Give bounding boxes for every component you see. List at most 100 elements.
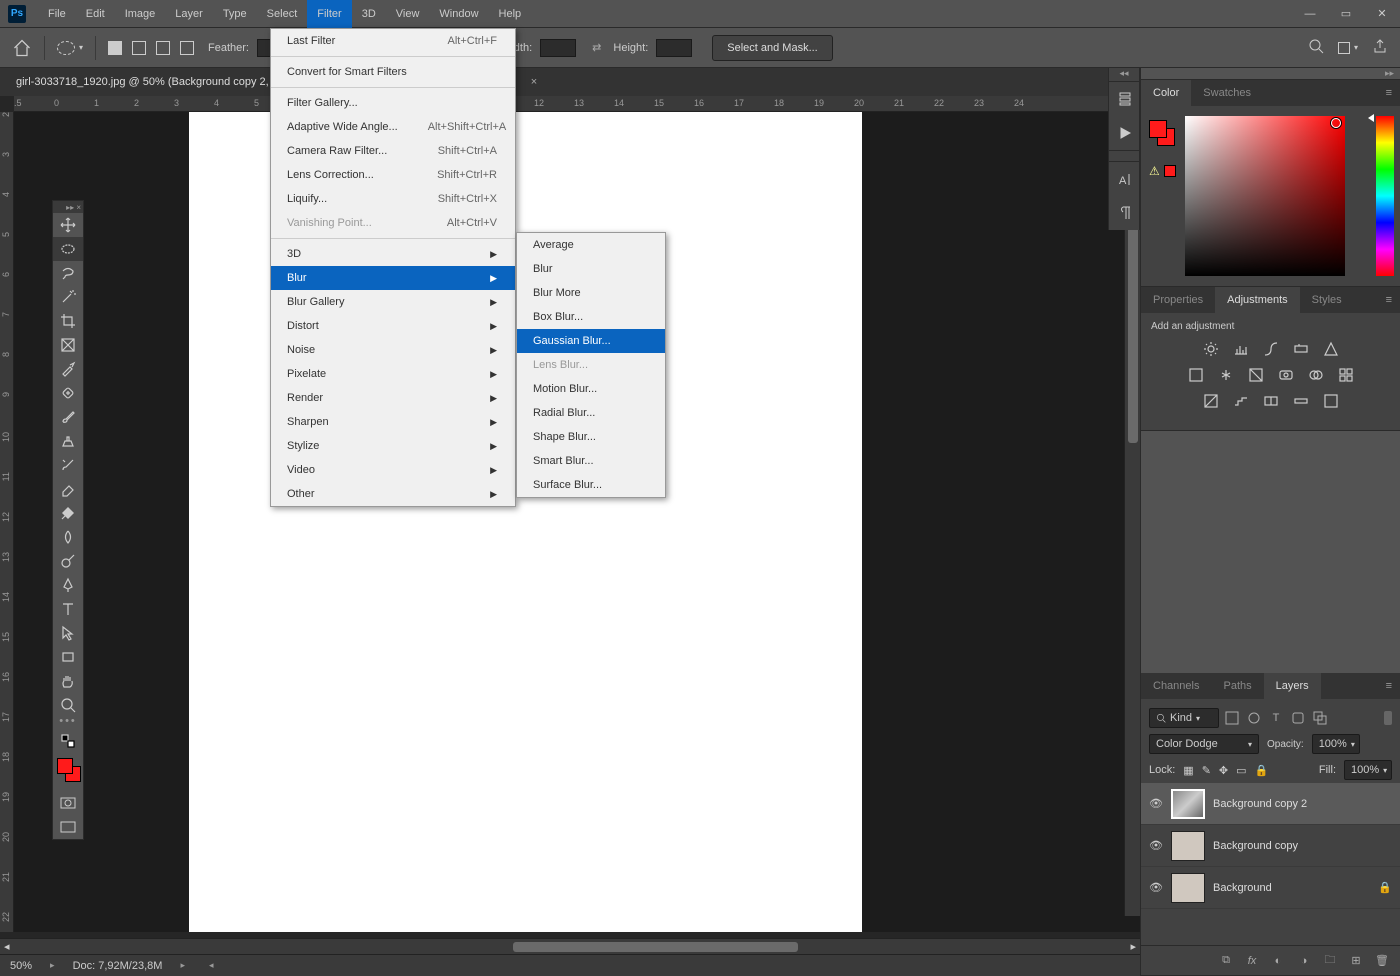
menu-window[interactable]: Window <box>429 0 488 28</box>
submenu-item-gaussian-blur-[interactable]: Gaussian Blur... <box>517 329 665 353</box>
frame-tool[interactable] <box>53 333 83 357</box>
eyedropper-tool[interactable] <box>53 357 83 381</box>
menu-type[interactable]: Type <box>213 0 257 28</box>
menu-filter[interactable]: Filter <box>307 0 351 28</box>
menu-item-vanishing-point-[interactable]: Vanishing Point...Alt+Ctrl+V <box>271 211 515 235</box>
brightness-icon[interactable] <box>1202 340 1220 358</box>
menu-select[interactable]: Select <box>257 0 308 28</box>
layer-visibility-icon[interactable]: 👁 <box>1149 839 1163 852</box>
layer-name[interactable]: Background <box>1213 882 1370 894</box>
layer-mask-icon[interactable]: ◐ <box>1270 953 1286 969</box>
menu-item-adaptive-wide-angle-[interactable]: Adaptive Wide Angle...Alt+Shift+Ctrl+A <box>271 115 515 139</box>
hand-tool[interactable] <box>53 669 83 693</box>
eraser-tool[interactable] <box>53 477 83 501</box>
levels-icon[interactable] <box>1232 340 1250 358</box>
color-lookup-icon[interactable] <box>1337 366 1355 384</box>
play-panel-icon[interactable] <box>1109 116 1141 150</box>
fill-input[interactable]: 100% ▾ <box>1344 760 1392 780</box>
exposure-icon[interactable] <box>1292 340 1310 358</box>
bw-icon[interactable] <box>1247 366 1265 384</box>
menu-item-stylize[interactable]: Stylize▶ <box>271 434 515 458</box>
filter-type-icon[interactable]: T <box>1269 711 1283 725</box>
submenu-item-surface-blur-[interactable]: Surface Blur... <box>517 473 665 497</box>
color-balance-icon[interactable] <box>1217 366 1235 384</box>
posterize-icon[interactable] <box>1232 392 1250 410</box>
healing-brush-tool[interactable] <box>53 381 83 405</box>
channel-mixer-icon[interactable] <box>1307 366 1325 384</box>
hue-sat-icon[interactable] <box>1187 366 1205 384</box>
menu-item-liquify-[interactable]: Liquify...Shift+Ctrl+X <box>271 187 515 211</box>
opacity-input[interactable]: 100% ▾ <box>1312 734 1360 754</box>
tab-paths[interactable]: Paths <box>1211 673 1263 699</box>
gamut-warning[interactable]: ⚠ <box>1149 164 1176 178</box>
tab-adjustments[interactable]: Adjustments <box>1215 287 1300 313</box>
layer-visibility-icon[interactable]: 👁 <box>1149 881 1163 894</box>
menu-item-lens-correction-[interactable]: Lens Correction...Shift+Ctrl+R <box>271 163 515 187</box>
layer-thumbnail[interactable] <box>1171 873 1205 903</box>
menu-item-render[interactable]: Render▶ <box>271 386 515 410</box>
selective-color-icon[interactable] <box>1322 392 1340 410</box>
submenu-item-smart-blur-[interactable]: Smart Blur... <box>517 449 665 473</box>
new-group-icon[interactable]: 🗀 <box>1322 953 1338 969</box>
vibrance-icon[interactable] <box>1322 340 1340 358</box>
move-tool[interactable] <box>53 213 83 237</box>
paragraph-panel-icon[interactable] <box>1109 196 1141 230</box>
submenu-item-lens-blur-[interactable]: Lens Blur... <box>517 353 665 377</box>
filter-shape-icon[interactable] <box>1291 711 1305 725</box>
collapse-dock-icon[interactable]: ▸▸ <box>1141 68 1400 80</box>
quick-mask-icon[interactable] <box>53 791 83 815</box>
layer-item[interactable]: 👁Background copy <box>1141 825 1400 867</box>
tab-swatches[interactable]: Swatches <box>1191 80 1263 106</box>
layer-name[interactable]: Background copy 2 <box>1213 798 1392 810</box>
home-icon[interactable] <box>12 38 32 58</box>
new-adjustment-icon[interactable]: ◑ <box>1296 953 1312 969</box>
submenu-item-radial-blur-[interactable]: Radial Blur... <box>517 401 665 425</box>
link-layers-icon[interactable]: ⧉ <box>1218 953 1234 969</box>
lock-position-icon[interactable]: ✥ <box>1219 764 1228 777</box>
selection-add-icon[interactable] <box>132 41 146 55</box>
search-icon[interactable] <box>1308 38 1324 57</box>
screen-mode-icon[interactable] <box>53 815 83 839</box>
edit-toolbar-icon[interactable]: ••• <box>53 717 83 729</box>
panel-menu-icon[interactable]: ≡ <box>1378 87 1400 99</box>
gradient-map-icon[interactable] <box>1292 392 1310 410</box>
filter-smart-icon[interactable] <box>1313 711 1327 725</box>
zoom-tool[interactable] <box>53 693 83 717</box>
select-and-mask-button[interactable]: Select and Mask... <box>712 35 833 61</box>
invert-icon[interactable] <box>1202 392 1220 410</box>
rectangle-tool[interactable] <box>53 645 83 669</box>
pen-tool[interactable] <box>53 573 83 597</box>
menu-image[interactable]: Image <box>115 0 166 28</box>
scroll-left-icon[interactable]: ◂ <box>209 960 214 971</box>
maximize-button[interactable]: ▭ <box>1328 0 1364 28</box>
marquee-tool[interactable] <box>53 237 83 261</box>
lock-transparency-icon[interactable]: ▦ <box>1183 764 1193 777</box>
selection-subtract-icon[interactable] <box>156 41 170 55</box>
zoom-arrow-icon[interactable]: ▸ <box>50 960 55 971</box>
menu-item-video[interactable]: Video▶ <box>271 458 515 482</box>
history-brush-tool[interactable] <box>53 453 83 477</box>
menu-item-blur-gallery[interactable]: Blur Gallery▶ <box>271 290 515 314</box>
close-tab-icon[interactable]: × <box>531 76 537 88</box>
scrollbar-vertical[interactable] <box>1124 128 1140 916</box>
panel-menu-icon[interactable]: ≡ <box>1378 294 1400 306</box>
blend-mode-select[interactable]: Color Dodge ▾ <box>1149 734 1259 754</box>
foreground-color-swatch[interactable] <box>57 758 73 774</box>
foreground-color[interactable] <box>1149 120 1167 138</box>
selection-new-icon[interactable] <box>108 41 122 55</box>
share-icon[interactable] <box>1372 38 1388 57</box>
filter-pixel-icon[interactable] <box>1225 711 1239 725</box>
default-colors-icon[interactable] <box>53 729 83 753</box>
gradient-tool[interactable] <box>53 501 83 525</box>
menu-item-other[interactable]: Other▶ <box>271 482 515 506</box>
menu-item-convert-for-smart-filters[interactable]: Convert for Smart Filters <box>271 60 515 84</box>
layer-style-icon[interactable]: fx <box>1244 953 1260 969</box>
menu-item-sharpen[interactable]: Sharpen▶ <box>271 410 515 434</box>
magic-wand-tool[interactable] <box>53 285 83 309</box>
layer-filter-kind[interactable]: Kind ▾ <box>1149 708 1219 728</box>
layer-item[interactable]: 👁Background copy 2 <box>1141 783 1400 825</box>
menu-item-last-filter[interactable]: Last FilterAlt+Ctrl+F <box>271 29 515 53</box>
menu-item-noise[interactable]: Noise▶ <box>271 338 515 362</box>
expand-panels-icon[interactable]: ◂◂ <box>1109 68 1139 82</box>
submenu-item-motion-blur-[interactable]: Motion Blur... <box>517 377 665 401</box>
